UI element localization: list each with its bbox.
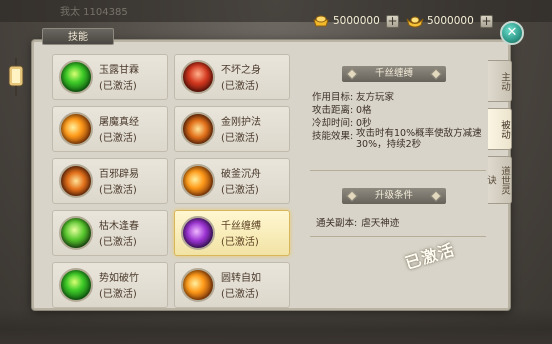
upgrade-title-text: 升级条件 (374, 190, 413, 201)
cooldown-label: 冷却时间: (312, 118, 354, 129)
fire-slash-icon (59, 112, 93, 146)
close-button[interactable]: ✕ (500, 21, 524, 45)
background-player-text: 我太 1104385 (60, 7, 128, 18)
green-orb-icon (59, 60, 93, 94)
tab-active-skills[interactable]: 主动 (488, 60, 512, 102)
skill-card[interactable]: 势如破竹 (已激活) (52, 262, 168, 308)
skill-name: 玉露甘霖 (99, 65, 139, 76)
skill-status: (已激活) (99, 289, 137, 300)
divider (310, 170, 486, 171)
skill-status: (已激活) (221, 289, 259, 300)
skill-name: 屠魔真经 (99, 117, 139, 128)
skill-card-selected[interactable]: 千丝缠缚 (已激活) (174, 210, 290, 256)
skill-detail-panel: 千丝缠缚 作用目标: 友方玩家 攻击距离: 0格 冷却时间: 0秒 技能效果: 攻击时… (306, 52, 486, 306)
skill-status: (已激活) (221, 133, 259, 144)
requirement-value: 虐天神迹 (361, 218, 400, 229)
detail-title: 千丝缠缚 (342, 66, 446, 82)
ingot-amount: 5000000 (427, 15, 474, 27)
diamond-ornament-icon (430, 190, 442, 202)
effect-value: 攻击时有10%概率使敌方减速30%，持续2秒 (356, 128, 482, 150)
tab-passive-skills[interactable]: 被动 (488, 108, 512, 150)
skill-name: 不坏之身 (221, 65, 261, 76)
amber-spin-icon (181, 268, 215, 302)
skill-status: (已激活) (221, 237, 259, 248)
lantern-icon (8, 58, 24, 96)
green-tree-icon (59, 216, 93, 250)
skill-status: (已激活) (221, 81, 259, 92)
target-row: 作用目标: 友方玩家 (312, 89, 394, 103)
skill-card[interactable]: 百邪辟易 (已激活) (52, 158, 168, 204)
requirement-label: 通关副本: (316, 218, 358, 229)
skill-card[interactable]: 破釜沉舟 (已激活) (174, 158, 290, 204)
green-burst-icon (59, 268, 93, 302)
target-label: 作用目标: (312, 92, 354, 103)
red-figure-icon (181, 60, 215, 94)
skill-name: 金刚护法 (221, 117, 261, 128)
add-gold-button[interactable]: + (386, 14, 399, 28)
skill-card[interactable]: 玉露甘霖 (已激活) (52, 54, 168, 100)
fire-ring-icon (59, 164, 93, 198)
skill-card[interactable]: 屠魔真经 (已激活) (52, 106, 168, 152)
skill-status: (已激活) (99, 185, 137, 196)
skill-name: 破釜沉舟 (221, 169, 261, 180)
skill-card[interactable]: 金刚护法 (已激活) (174, 106, 290, 152)
amber-guardian-icon (181, 112, 215, 146)
range-row: 攻击距离: 0格 (312, 102, 372, 116)
ingot-currency: 5000000 + (406, 10, 493, 32)
panel-title: 技能 (42, 28, 114, 45)
cooldown-row: 冷却时间: 0秒 (312, 115, 372, 129)
skill-status: (已激活) (99, 133, 137, 144)
detail-title-text: 千丝缠缚 (374, 68, 413, 79)
add-ingot-button[interactable]: + (480, 14, 493, 28)
skill-name: 势如破竹 (99, 273, 139, 284)
gold-currency: 5000000 + (312, 10, 399, 32)
gold-ingot-icon (313, 15, 329, 27)
effect-label: 技能效果: (312, 131, 354, 142)
skill-card[interactable]: 圆转自如 (已激活) (174, 262, 290, 308)
skill-name: 千丝缠缚 (221, 221, 261, 232)
skill-name: 圆转自如 (221, 273, 261, 284)
skill-grid: 玉露甘霖 (已激活) 不坏之身 (已激活) 屠魔真经 (已激活) 金刚护法 (已… (52, 54, 298, 308)
flame-wave-icon (181, 164, 215, 198)
skill-status: (已激活) (99, 237, 137, 248)
diamond-ornament-icon (430, 68, 442, 80)
diamond-ornament-icon (346, 68, 358, 80)
divider (310, 236, 486, 237)
gold-amount: 5000000 (333, 15, 380, 27)
skill-card[interactable]: 不坏之身 (已激活) (174, 54, 290, 100)
background-scene (0, 308, 552, 344)
purple-vortex-icon (181, 216, 215, 250)
upgrade-header: 升级条件 (342, 188, 446, 204)
skill-name: 枯木逢春 (99, 221, 139, 232)
skill-card[interactable]: 枯木逢春 (已激活) (52, 210, 168, 256)
requirement-row: 通关副本: 虐天神迹 (316, 215, 399, 229)
yuanbao-icon (406, 16, 424, 28)
skill-status: (已激活) (99, 81, 137, 92)
tab-dao-skills[interactable]: 道世灵诀 (485, 156, 512, 204)
range-label: 攻击距离: (312, 105, 354, 116)
skill-status: (已激活) (221, 185, 259, 196)
diamond-ornament-icon (346, 190, 358, 202)
skill-name: 百邪辟易 (99, 169, 139, 180)
